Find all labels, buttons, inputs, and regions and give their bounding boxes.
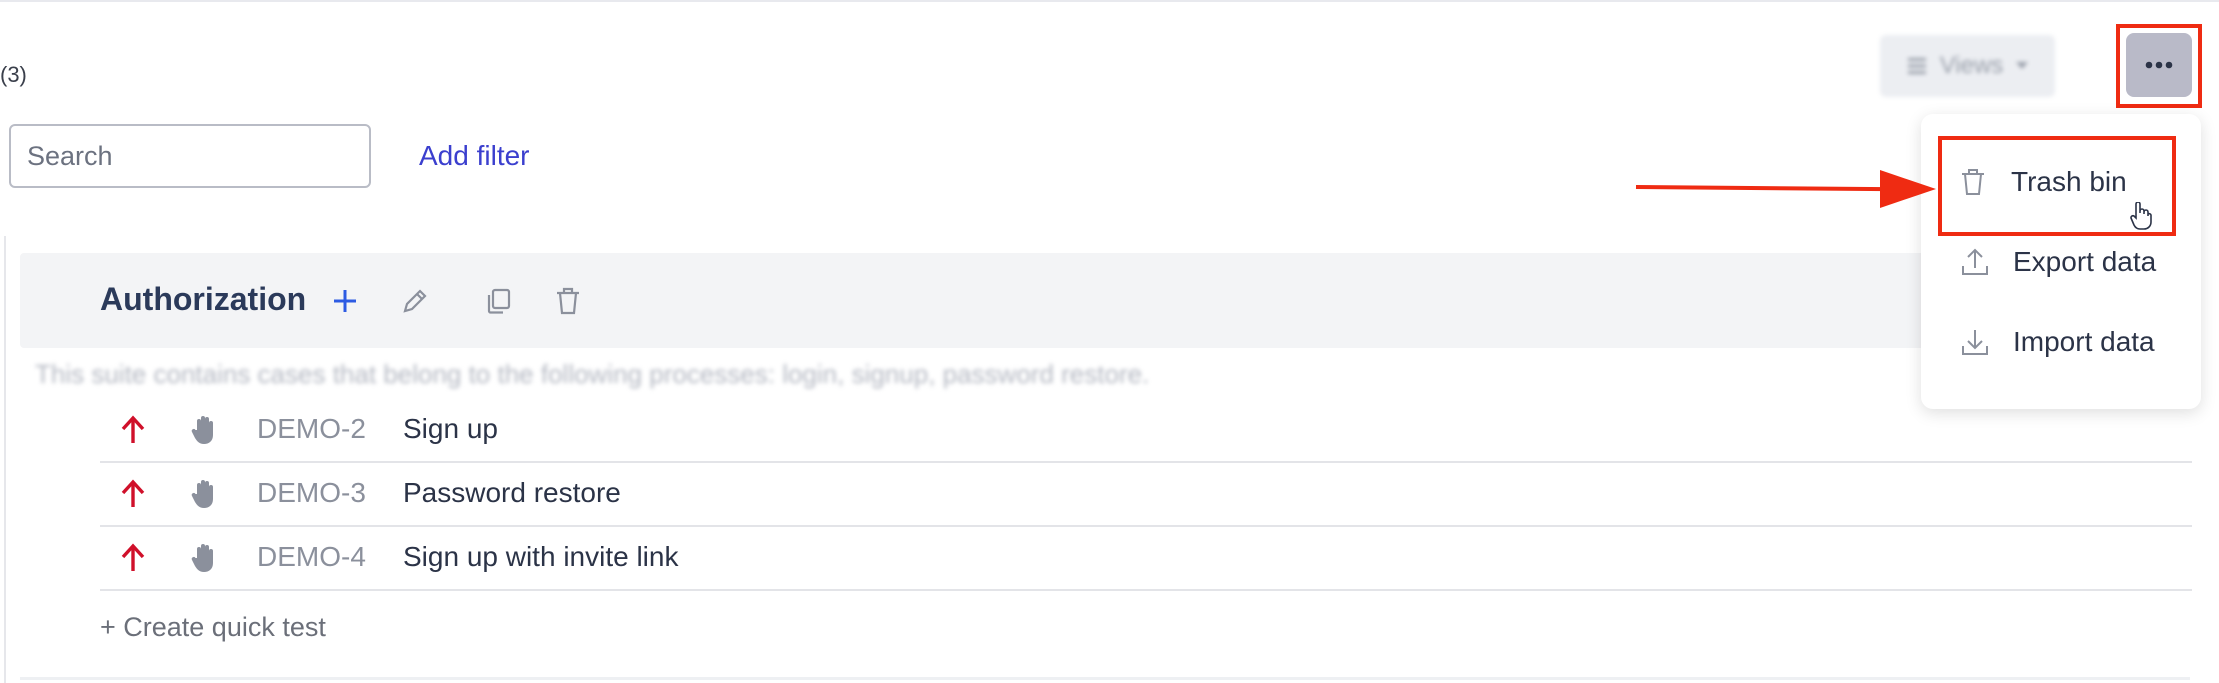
arrow-up-icon [121,415,145,443]
hand-icon [191,544,213,572]
tree-rail [4,236,6,683]
top-divider [0,0,2219,2]
case-id: DEMO-3 [257,477,366,508]
add-filter-link[interactable]: Add filter [419,140,530,172]
suite-description: This suite contains cases that belong to… [35,359,1150,389]
annotation-arrow-line [1635,185,1887,192]
case-name[interactable]: Password restore [403,477,621,509]
bottom-divider [20,677,2190,680]
case-count: (3) [0,62,27,87]
views-button[interactable]: Views [1880,35,2055,97]
more-button-highlight [2116,24,2202,108]
menu-item-import-data[interactable]: Import data [1959,317,2155,367]
arrow-up-icon [121,479,145,507]
case-row[interactable]: DEMO-4 Sign up with invite link [100,527,2192,591]
copy-icon[interactable] [481,284,515,318]
menu-item-label: Export data [2013,246,2157,277]
case-name[interactable]: Sign up [403,413,498,445]
case-row[interactable]: DEMO-2 Sign up [100,399,2192,463]
case-row[interactable]: DEMO-3 Password restore [100,463,2192,527]
export-icon [1962,248,1988,275]
hand-icon [191,480,213,508]
views-label: Views [1939,52,2004,79]
list-icon [1907,58,1926,74]
menu-item-export-data[interactable]: Export data [1959,237,2156,287]
suite-title: Authorization [100,281,307,317]
arrow-up-icon [121,543,145,571]
hand-pointer-cursor-icon [2130,202,2152,230]
case-id: DEMO-2 [257,413,366,444]
hand-icon [191,416,213,444]
plus-icon[interactable] [328,284,362,318]
delete-icon[interactable] [551,284,585,318]
edit-pencil-icon[interactable] [398,284,432,318]
caret-down-icon [2016,62,2029,69]
import-icon [1962,330,1988,355]
case-id: DEMO-4 [257,541,366,572]
annotation-arrow-head [1880,170,1936,208]
case-name[interactable]: Sign up with invite link [403,541,678,573]
search-input[interactable] [9,124,371,188]
menu-item-label: Import data [2013,326,2155,357]
create-quick-test-link[interactable]: + Create quick test [100,612,326,643]
